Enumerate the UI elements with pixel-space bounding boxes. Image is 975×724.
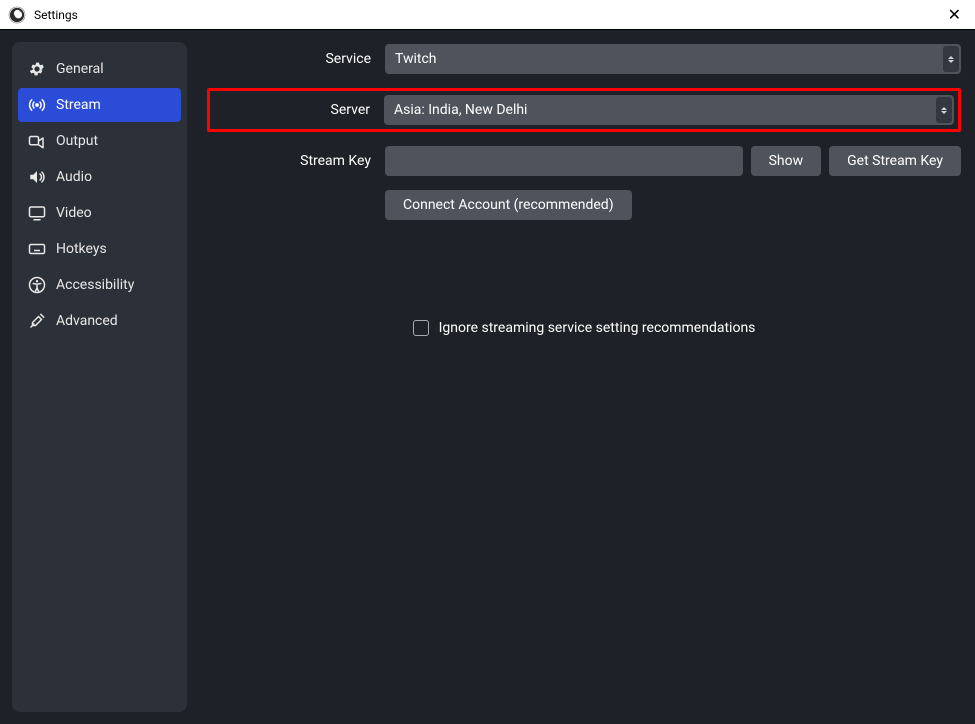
sidebar-item-advanced[interactable]: Advanced: [18, 304, 181, 338]
get-stream-key-button[interactable]: Get Stream Key: [829, 146, 961, 176]
monitor-icon: [28, 204, 46, 222]
antenna-icon: [28, 96, 46, 114]
sidebar-item-accessibility[interactable]: Accessibility: [18, 268, 181, 302]
ignore-recommendations-label: Ignore streaming service setting recomme…: [439, 320, 756, 336]
server-row: Server Asia: India, New Delhi: [207, 88, 961, 132]
sidebar-item-label: Accessibility: [56, 277, 134, 293]
sidebar-item-label: General: [56, 61, 104, 77]
sidebar: General Stream Output Audio Video: [12, 42, 187, 712]
window-body: General Stream Output Audio Video: [0, 30, 975, 724]
stream-key-input[interactable]: [385, 146, 743, 176]
spinner-arrows-icon: [936, 97, 952, 123]
spinner-arrows-icon: [943, 46, 959, 72]
connect-account-button[interactable]: Connect Account (recommended): [385, 190, 632, 220]
window-title: Settings: [34, 8, 78, 22]
sidebar-item-output[interactable]: Output: [18, 124, 181, 158]
output-icon: [28, 132, 46, 150]
sidebar-item-general[interactable]: General: [18, 52, 181, 86]
gear-icon: [28, 60, 46, 78]
ignore-recommendations-row: Ignore streaming service setting recomme…: [207, 320, 961, 336]
sidebar-item-audio[interactable]: Audio: [18, 160, 181, 194]
tools-icon: [28, 312, 46, 330]
sidebar-item-label: Output: [56, 133, 98, 149]
sidebar-item-label: Advanced: [56, 313, 118, 329]
sidebar-item-label: Hotkeys: [56, 241, 107, 257]
sidebar-item-video[interactable]: Video: [18, 196, 181, 230]
stream-key-label: Stream Key: [207, 153, 377, 169]
service-row: Service Twitch: [207, 44, 961, 74]
settings-content: Service Twitch Server Asia: India, New D…: [207, 42, 963, 712]
service-label: Service: [207, 51, 377, 67]
service-value: Twitch: [395, 51, 437, 67]
show-button[interactable]: Show: [751, 146, 822, 176]
sidebar-item-label: Stream: [56, 97, 101, 113]
titlebar: Settings ✕: [0, 0, 975, 30]
service-select[interactable]: Twitch: [385, 44, 961, 74]
server-value: Asia: India, New Delhi: [394, 102, 527, 118]
server-label: Server: [214, 102, 376, 118]
sidebar-item-stream[interactable]: Stream: [18, 88, 181, 122]
volume-icon: [28, 168, 46, 186]
keyboard-icon: [28, 240, 46, 258]
ignore-recommendations-checkbox[interactable]: [413, 320, 429, 336]
sidebar-item-label: Video: [56, 205, 92, 221]
stream-key-row: Stream Key Show Get Stream Key: [207, 146, 961, 176]
sidebar-item-hotkeys[interactable]: Hotkeys: [18, 232, 181, 266]
connect-account-row: Connect Account (recommended): [207, 190, 961, 220]
close-button[interactable]: ✕: [942, 5, 967, 24]
accessibility-icon: [28, 276, 46, 294]
obs-app-icon: [8, 6, 26, 24]
sidebar-item-label: Audio: [56, 169, 92, 185]
server-select[interactable]: Asia: India, New Delhi: [384, 95, 954, 125]
